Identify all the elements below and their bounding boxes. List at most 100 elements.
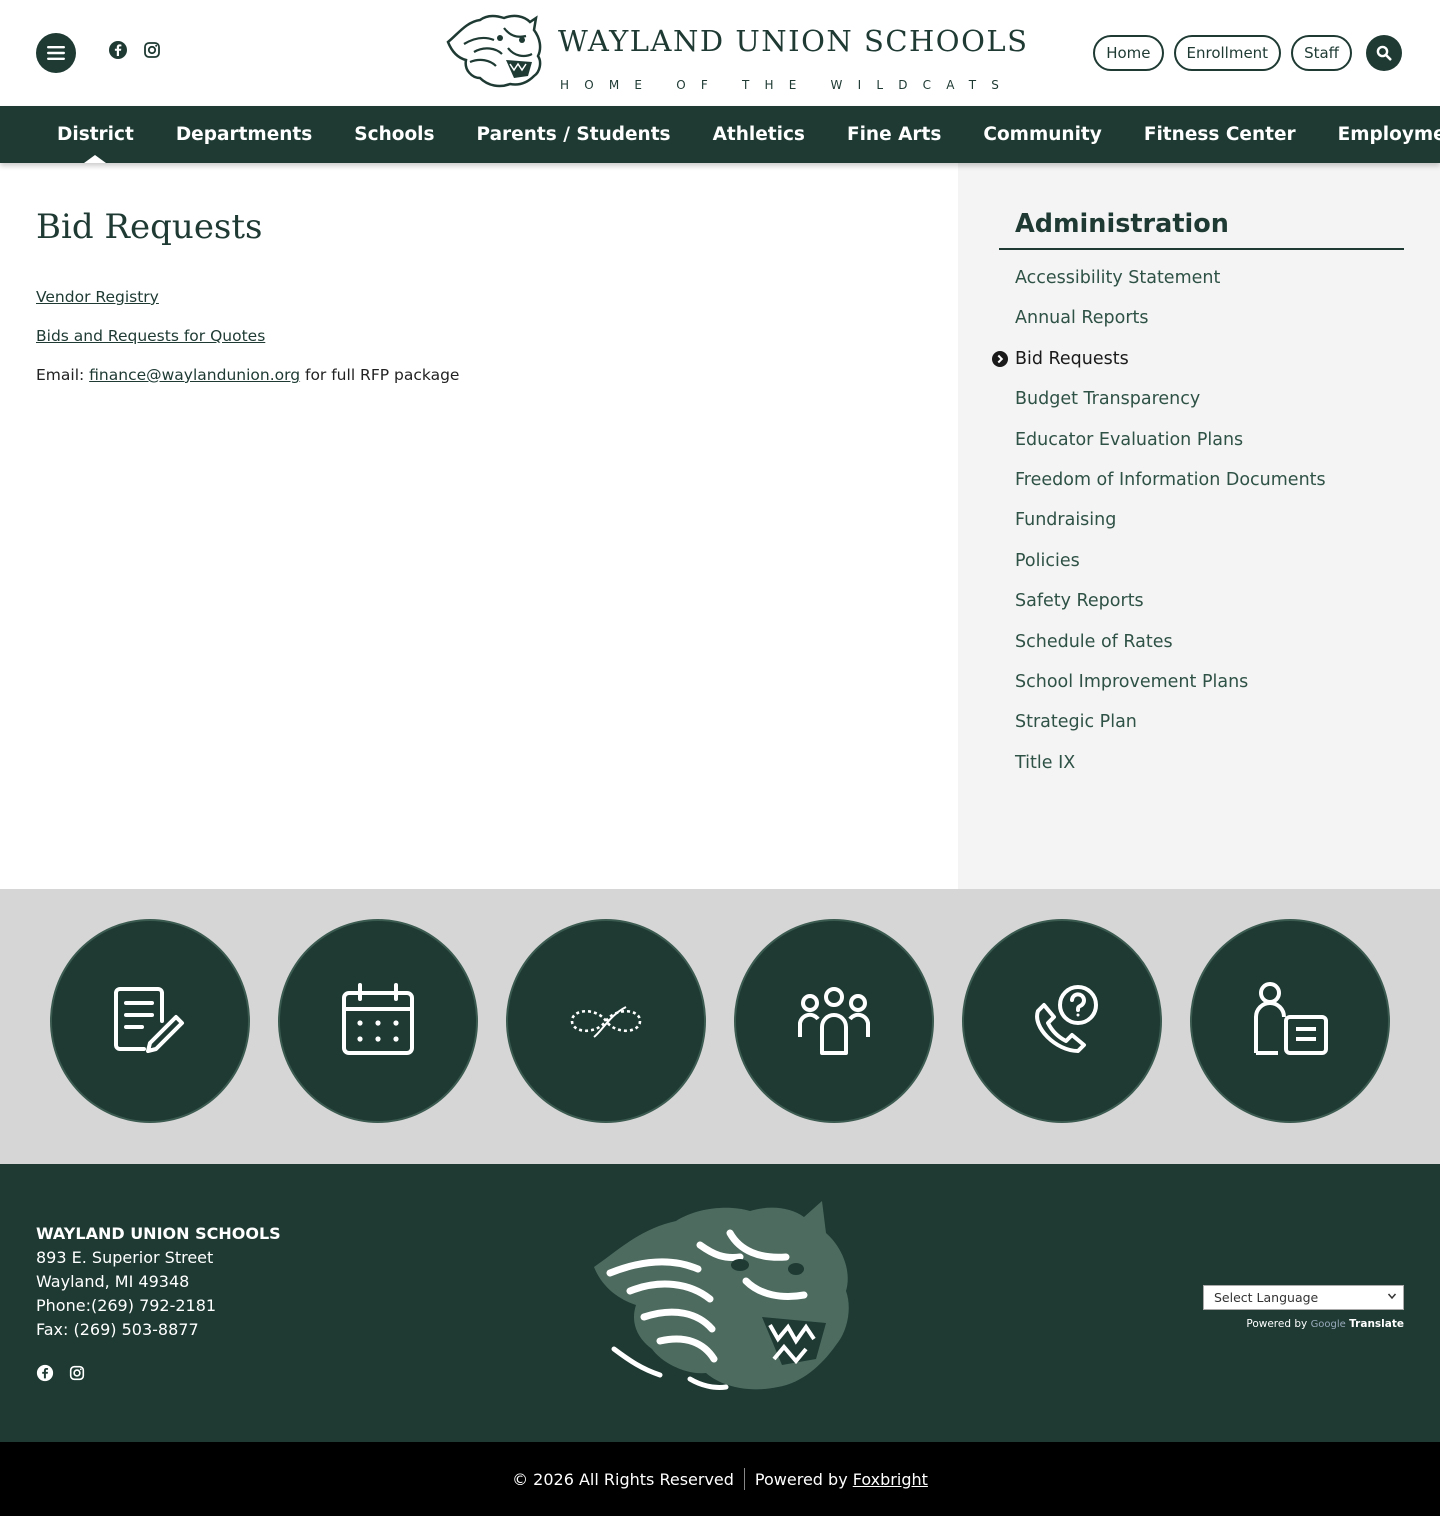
sidebar-item-schedule-of-rates[interactable]: Schedule of Rates [1015,627,1326,667]
sidebar-item-label: Educator Evaluation Plans [1015,429,1244,450]
sidebar-item-label: Strategic Plan [1015,712,1137,733]
bottom-bar: © 2026 All Rights Reserved Powered by Fo… [0,1442,1440,1516]
powered-by-label: Powered by [1246,1318,1308,1330]
sidebar-item-budget-transparency[interactable]: Budget Transparency [1015,384,1326,424]
sidebar-item-label: Policies [1015,550,1080,571]
sidebar-item-label: Bid Requests [1015,348,1129,369]
powered-by-google: Powered by Google Translate [1203,1318,1404,1330]
sidebar-item-label: Annual Reports [1015,308,1149,329]
vendor-registry-link[interactable]: Vendor Registry [36,288,159,306]
sidebar-item-label: Fundraising [1015,510,1117,531]
quick-link-contact[interactable] [962,919,1162,1123]
quick-links-band [0,889,1440,1164]
footer-phone[interactable]: Phone:(269) 792-2181 [36,1296,216,1315]
brand-title: WAYLAND UNION SCHOOLS [558,24,1029,58]
brand-tagline: HOME OF THE WILDCATS [560,78,1015,92]
footer-address-line-2: Wayland, MI 49348 [36,1272,190,1291]
footer-fax: Fax: (269) 503-8877 [36,1320,199,1339]
sidebar-item-bid-requests[interactable]: Bid Requests [992,344,1326,384]
site-footer: WAYLAND UNION SCHOOLS 893 E. Superior St… [0,1164,1440,1442]
powered-by-text: Powered by [754,1469,848,1489]
calendar-icon [342,983,414,1055]
vendor-registry-paragraph: Vendor Registry [36,288,159,306]
bids-quotes-paragraph: Bids and Requests for Quotes [36,327,265,345]
nav-athletics[interactable]: Athletics [692,106,826,163]
google-logo-text: Google [1310,1319,1346,1330]
email-paragraph: Email: finance@waylandunion.org for full… [36,366,459,384]
facebook-icon[interactable] [108,40,128,60]
utility-links: Home Enrollment Staff [1093,35,1402,71]
sidebar-item-annual-reports[interactable]: Annual Reports [1015,303,1326,343]
sidebar-item-label: Budget Transparency [1015,389,1201,410]
nav-district[interactable]: District [36,106,155,163]
sidebar-divider [999,248,1404,250]
google-translate-widget: Select Language Powered by Google Transl… [1203,1285,1404,1330]
sidebar-item-accessibility-statement[interactable]: Accessibility Statement [1015,263,1326,303]
sidebar-item-freedom-of-information[interactable]: Freedom of Information Documents [1015,465,1326,505]
language-select[interactable]: Select Language [1203,1285,1404,1310]
sidebar-item-label: School Improvement Plans [1015,671,1249,692]
translate-link[interactable]: Translate [1349,1318,1404,1330]
sidebar-list: Accessibility Statement Annual Reports B… [992,263,1326,788]
bottom-divider [743,1468,745,1490]
foxbright-link[interactable]: Foxbright [853,1470,928,1489]
wildcat-mascot-icon [446,14,542,88]
sidebar-item-school-improvement-plans[interactable]: School Improvement Plans [1015,667,1326,707]
sidebar-title: Administration [1015,209,1229,239]
email-suffix: for full RFP package [300,366,460,384]
quick-link-staff-directory[interactable] [1190,919,1390,1123]
instagram-icon[interactable] [142,40,162,60]
search-button[interactable] [1366,35,1402,71]
infinity-icon [570,1006,642,1038]
nav-community[interactable]: Community [962,106,1122,163]
nav-parents-students[interactable]: Parents / Students [456,106,692,163]
email-prefix: Email: [36,366,90,384]
nav-fitness-center[interactable]: Fitness Center [1123,106,1317,163]
footer-address-line-1: 893 E. Superior Street [36,1248,214,1267]
sidebar-item-fundraising[interactable]: Fundraising [1015,505,1326,545]
footer-school-name: WAYLAND UNION SCHOOLS [36,1224,281,1243]
staff-link[interactable]: Staff [1291,35,1352,71]
sidebar-item-label: Safety Reports [1015,591,1144,612]
menu-icon [47,46,65,60]
quick-link-forms[interactable] [50,919,250,1123]
nav-employment[interactable]: Employment [1317,106,1440,163]
chevron-down-icon [1387,1293,1397,1300]
quick-link-family[interactable] [734,919,934,1123]
footer-social-links [36,1364,86,1382]
quick-link-infinity[interactable] [506,919,706,1123]
finance-email-link[interactable]: finance@waylandunion.org [89,366,300,384]
home-link[interactable]: Home [1093,35,1164,71]
quick-link-calendar[interactable] [278,919,478,1123]
facebook-icon[interactable] [36,1364,54,1382]
copyright-text: © 2026 All Rights Reserved [512,1469,734,1489]
main-content: Bid Requests Vendor Registry Bids and Re… [0,163,958,889]
nav-schools[interactable]: Schools [333,106,455,163]
document-edit-icon [114,987,184,1053]
enrollment-link[interactable]: Enrollment [1173,35,1282,71]
sidebar-item-safety-reports[interactable]: Safety Reports [1015,586,1326,626]
nav-departments[interactable]: Departments [155,106,333,163]
sidebar-item-policies[interactable]: Policies [1015,546,1326,586]
search-icon [1376,45,1392,61]
page-title: Bid Requests [36,207,263,247]
sidebar-item-strategic-plan[interactable]: Strategic Plan [1015,707,1326,747]
bids-quotes-link[interactable]: Bids and Requests for Quotes [36,327,265,345]
staff-directory-icon [1254,982,1328,1055]
chevron-right-circle-icon [992,350,1008,367]
sidebar-item-educator-evaluation-plans[interactable]: Educator Evaluation Plans [1015,425,1326,465]
instagram-icon[interactable] [68,1364,86,1382]
hamburger-menu-button[interactable] [36,33,76,73]
language-select-value: Select Language [1214,1290,1319,1305]
site-header: WAYLAND UNION SCHOOLS HOME OF THE WILDCA… [0,0,1440,106]
nav-fine-arts[interactable]: Fine Arts [826,106,962,163]
sidebar-item-label: Freedom of Information Documents [1015,469,1326,490]
sidebar-item-label: Accessibility Statement [1015,268,1221,288]
family-icon [798,987,870,1055]
sidebar-item-label: Schedule of Rates [1015,631,1173,652]
site-logo[interactable]: WAYLAND UNION SCHOOLS HOME OF THE WILDCA… [444,12,1027,92]
phone-help-icon [1035,985,1098,1053]
main-navigation: District Departments Schools Parents / S… [0,106,1440,163]
sidebar-item-title-ix[interactable]: Title IX [1015,748,1326,788]
sidebar: Administration Accessibility Statement A… [958,163,1440,889]
